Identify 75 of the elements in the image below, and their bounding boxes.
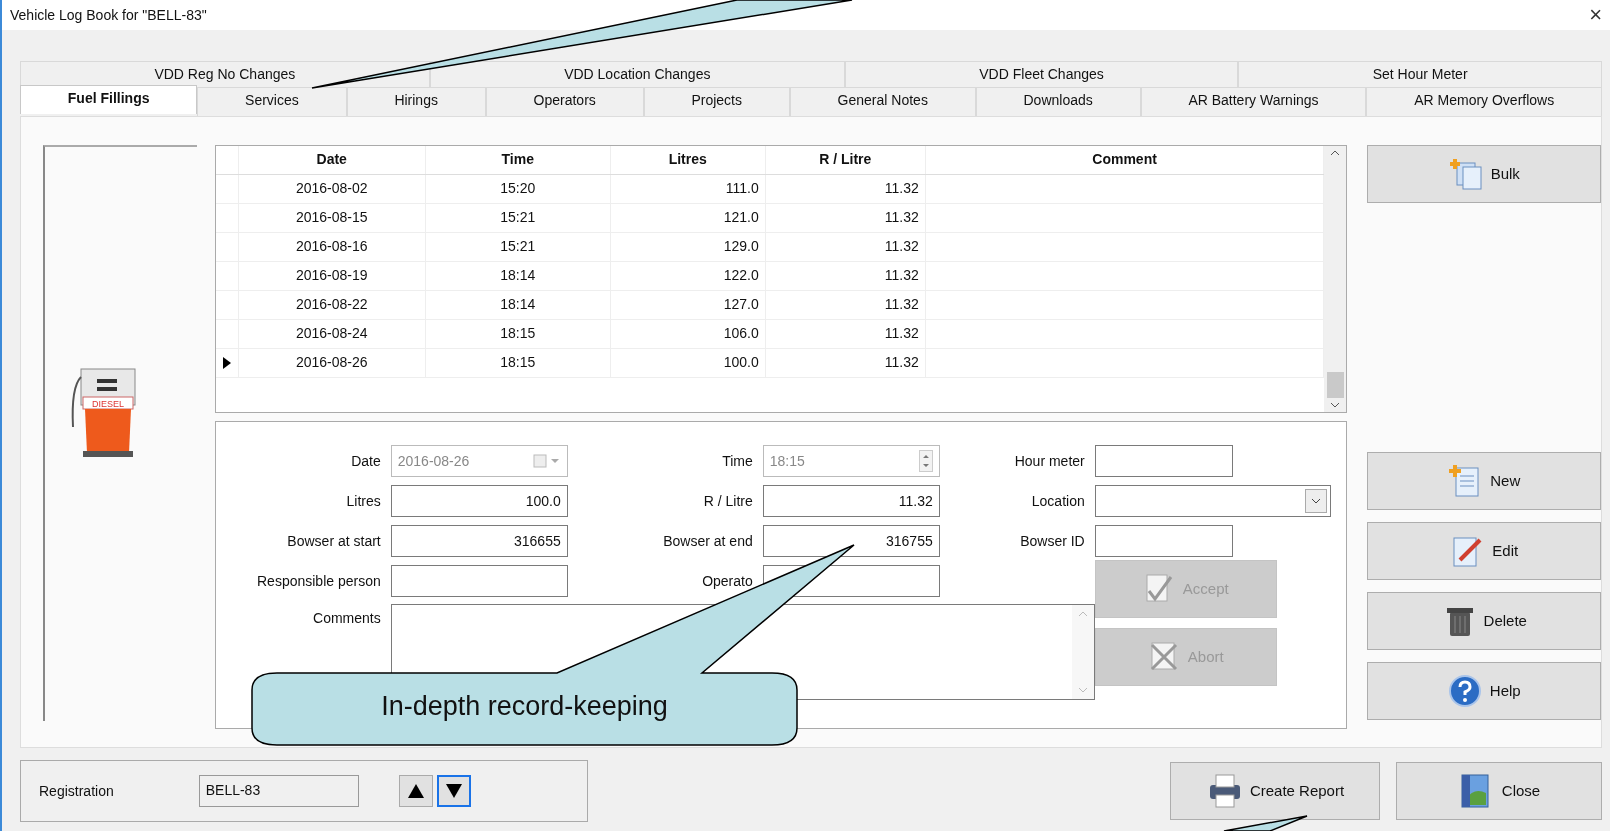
table-cell: 2016-08-24 (295, 325, 368, 341)
field-label: Time (722, 452, 753, 469)
table-cell: 11.32 (884, 354, 919, 370)
callout-text: In-depth record-keeping (380, 690, 669, 723)
tab[interactable]: VDD Reg No Changes (20, 61, 430, 87)
field-label: Comments (313, 610, 381, 626)
table-cell: 18:14 (500, 296, 536, 312)
column-header[interactable]: R / Litre (765, 146, 926, 174)
field-label: Litres (346, 492, 381, 509)
field-label: Location (1031, 492, 1085, 509)
input-field[interactable]: 11.32 (762, 485, 940, 517)
action-button[interactable]: Edit (1367, 522, 1601, 580)
table-cell: 111.0 (725, 180, 759, 196)
table-cell: 106.0 (723, 325, 759, 341)
window-title: Vehicle Log Book for "BELL-83" (10, 5, 207, 25)
action-button[interactable]: Delete (1367, 592, 1601, 650)
action-button[interactable]: Help (1367, 662, 1601, 720)
field-label: Responsible person (257, 572, 381, 589)
table-cell: 11.32 (884, 296, 919, 312)
tab[interactable]: Set Hour Meter (1238, 61, 1602, 87)
input-field[interactable]: 100.0 (390, 485, 568, 517)
tab[interactable]: Downloads (975, 87, 1141, 116)
table-cell: 18:14 (500, 267, 536, 283)
table-cell: 18:15 (500, 354, 536, 370)
table-cell: 11.32 (884, 209, 919, 225)
tab[interactable]: VDD Fleet Changes (844, 61, 1239, 87)
table-cell: 122.0 (723, 267, 759, 283)
input-field[interactable]: 316655 (390, 525, 568, 557)
tab[interactable]: AR Battery Warnings (1140, 87, 1367, 116)
table-cell: 2016-08-16 (295, 238, 368, 254)
table-cell: 121.0 (723, 209, 759, 225)
action-button[interactable]: New (1367, 452, 1601, 510)
field-label: Bowser ID (1020, 532, 1085, 549)
field-label: R / Litre (703, 492, 753, 509)
field-label: Bowser at end (663, 532, 753, 549)
table-cell: 127.0 (723, 296, 759, 312)
footer-button[interactable]: Create Report (1170, 762, 1380, 820)
column-header[interactable]: Litres (610, 146, 766, 174)
column-header[interactable]: Time (425, 146, 611, 174)
tab[interactable]: Services (197, 87, 347, 116)
tab[interactable]: AR Memory Overflows (1366, 87, 1603, 116)
table-cell: 11.32 (884, 238, 919, 254)
registration-field[interactable]: BELL-83 (198, 775, 359, 807)
table-cell: 2016-08-26 (295, 354, 368, 370)
tab[interactable]: VDD Location Changes (429, 61, 845, 87)
tab[interactable]: Hirings (346, 87, 486, 116)
tab[interactable]: Fuel Fillings (20, 85, 198, 114)
field-label: Hour meter (1014, 452, 1085, 469)
tab[interactable]: Projects (643, 87, 790, 116)
table-cell: 129.0 (723, 238, 759, 254)
table-cell: 2016-08-15 (295, 209, 368, 225)
table-cell: 15:21 (500, 209, 536, 225)
table-cell: 15:21 (500, 238, 536, 254)
field-label: Date (351, 452, 381, 469)
tab[interactable]: Operators (485, 87, 644, 116)
field-label: Operato (702, 572, 753, 589)
table-cell: 2016-08-19 (295, 267, 368, 283)
input-field[interactable]: 316755 (762, 525, 940, 557)
table-cell: 100.0 (723, 354, 759, 370)
table-cell: 2016-08-02 (295, 180, 368, 196)
table-cell: 2016-08-22 (295, 296, 368, 312)
table-cell: 18:15 (500, 325, 536, 341)
table-cell: 11.32 (884, 180, 919, 196)
table-cell: 11.32 (884, 325, 919, 341)
field-label: Bowser at start (287, 532, 381, 549)
table-cell: 11.32 (884, 267, 919, 283)
footer-button[interactable]: Close (1396, 762, 1602, 820)
fuel-pump-drawing: DIESEL (67, 367, 147, 459)
column-header[interactable]: Date (238, 146, 426, 174)
bulk-button[interactable]: Bulk (1367, 145, 1601, 203)
field-label: Registration (39, 781, 114, 801)
tab[interactable]: General Notes (789, 87, 976, 116)
column-header[interactable]: Comment (925, 146, 1324, 174)
close-button[interactable]: × (1589, 4, 1602, 26)
table-cell: 15:20 (500, 180, 536, 196)
